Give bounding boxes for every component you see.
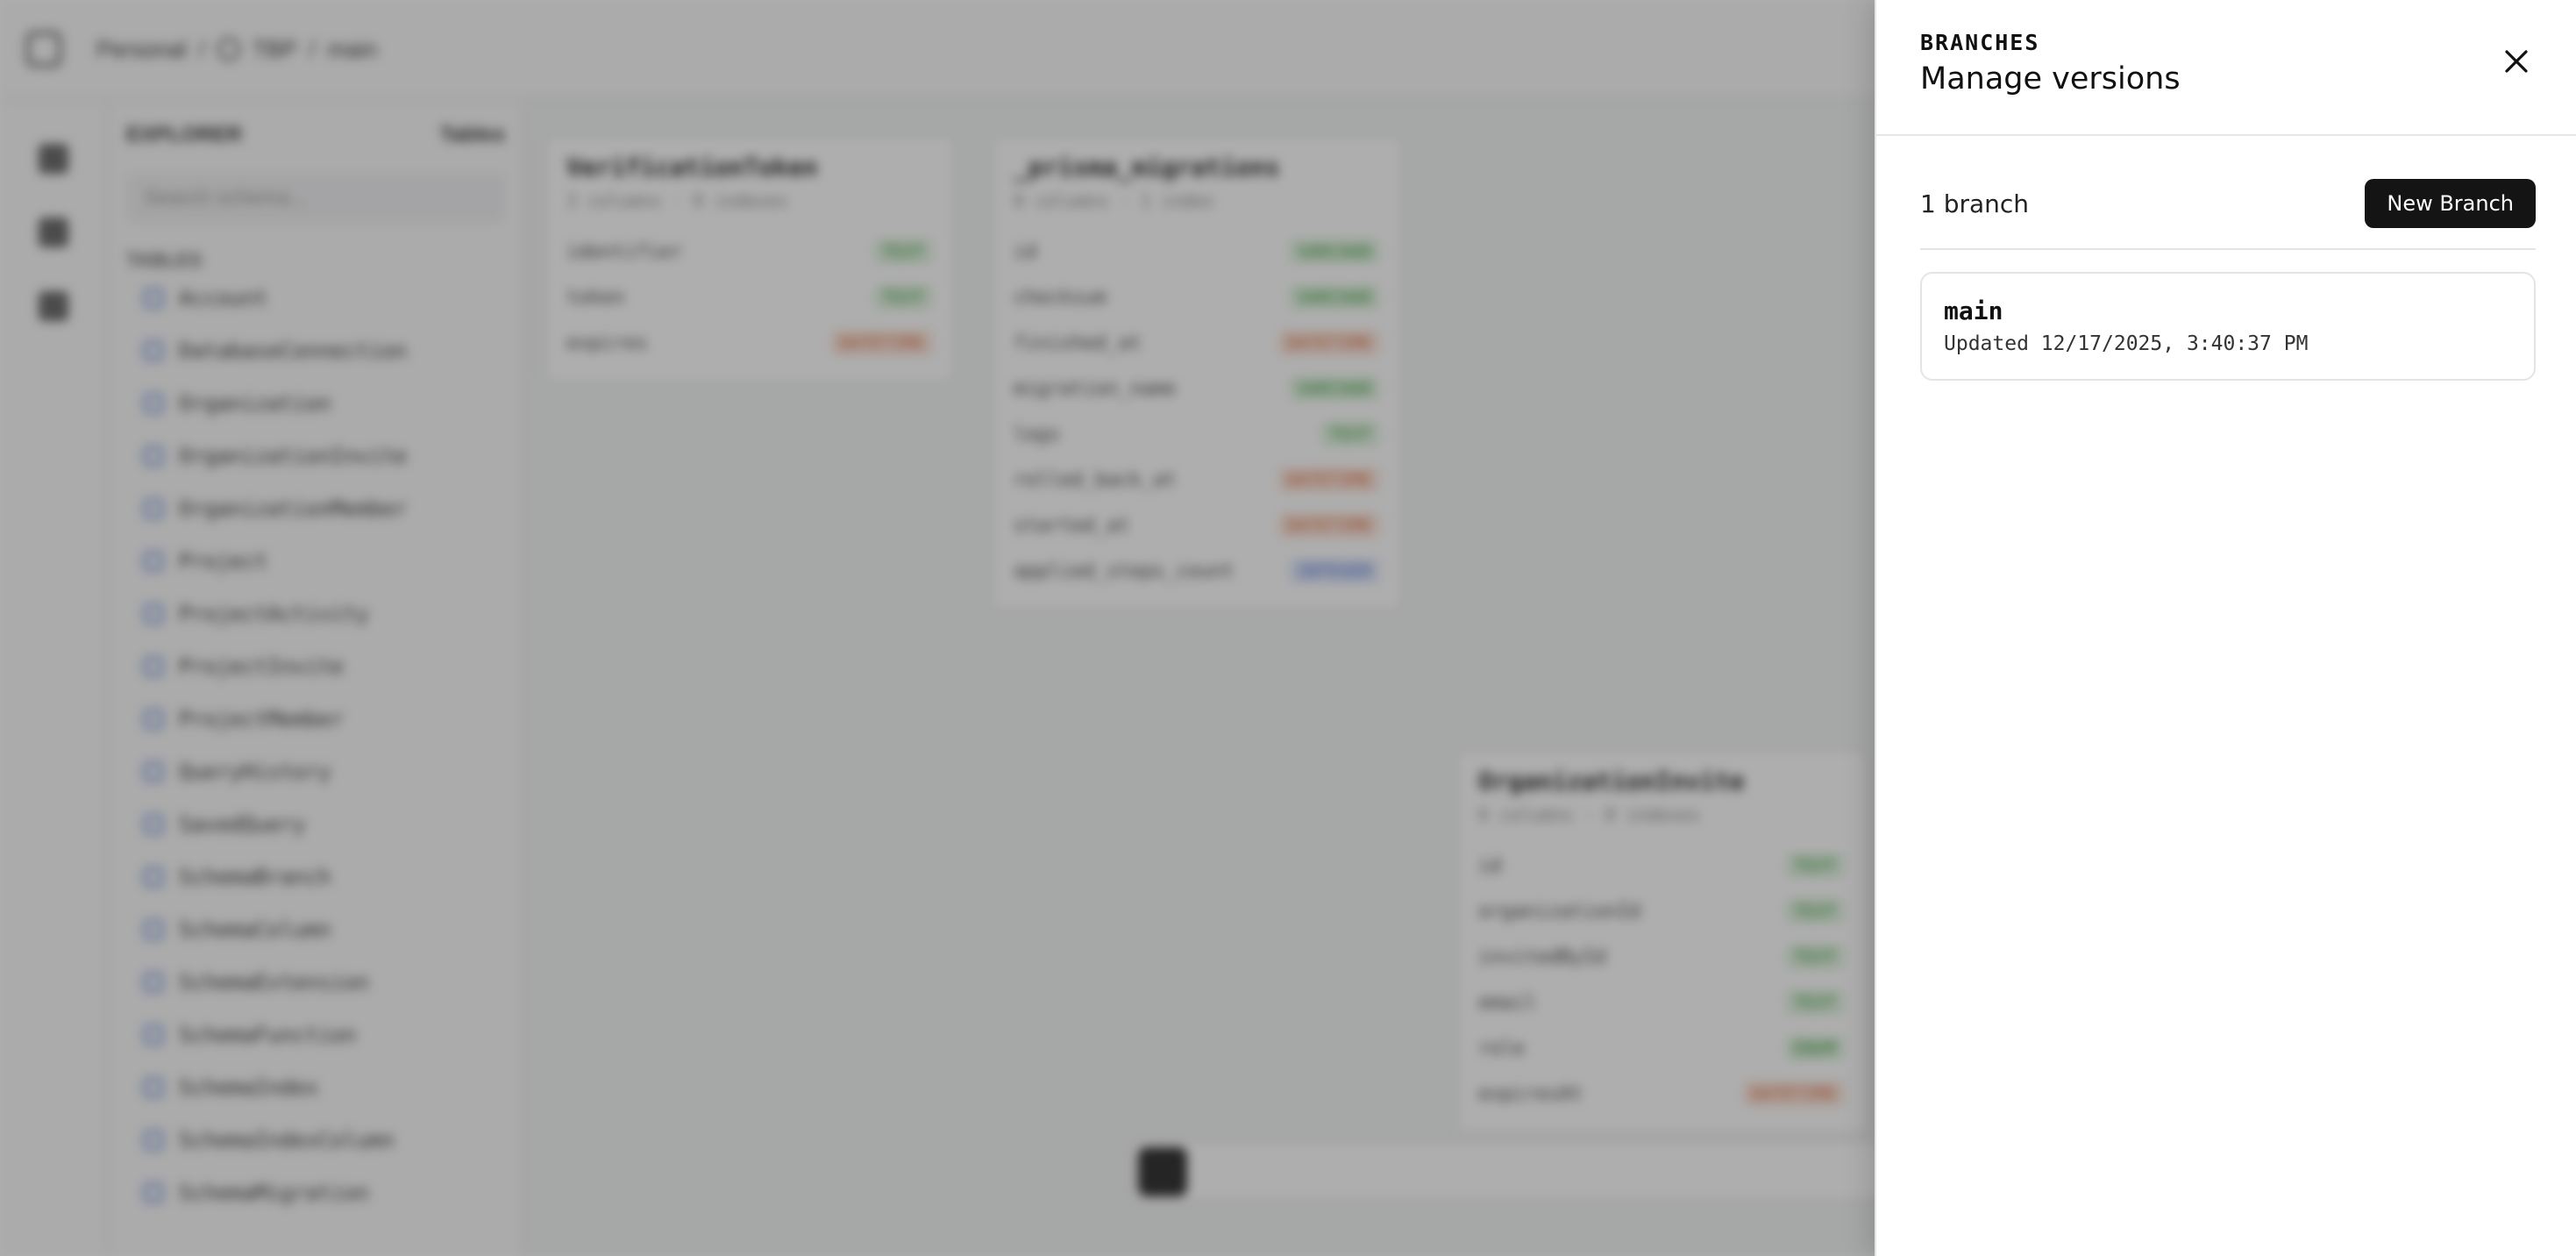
sheet-title: Manage versions bbox=[1920, 61, 2181, 96]
branch-count: 1 branch bbox=[1920, 189, 2030, 218]
close-button[interactable] bbox=[2490, 35, 2543, 88]
branch-count-row: 1 branch New Branch bbox=[1920, 179, 2536, 228]
close-icon bbox=[2505, 50, 2528, 73]
sheet-header: BRANCHES Manage versions bbox=[1876, 0, 2576, 136]
divider bbox=[1920, 248, 2536, 250]
branch-updated: Updated 12/17/2025, 3:40:37 PM bbox=[1944, 332, 2309, 355]
branch-name: main bbox=[1944, 296, 2003, 325]
new-branch-button[interactable]: New Branch bbox=[2365, 179, 2536, 228]
branch-card-main[interactable]: main Updated 12/17/2025, 3:40:37 PM bbox=[1920, 272, 2536, 381]
branches-sheet: BRANCHES Manage versions 1 branch New Br… bbox=[1875, 0, 2576, 1256]
sheet-eyebrow: BRANCHES bbox=[1920, 30, 2040, 55]
